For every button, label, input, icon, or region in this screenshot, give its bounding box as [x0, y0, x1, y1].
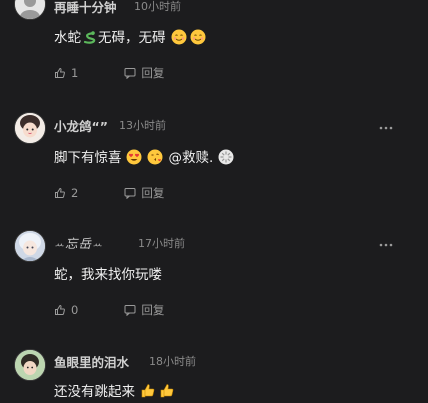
smile-emoji-icon [171, 29, 187, 45]
comment-text-part1: 还没有跳起来 [54, 384, 135, 400]
mention-link[interactable]: @救赎. [169, 150, 214, 166]
thumbs-up-icon [55, 67, 65, 78]
comment-text: 脚下有惊喜 @救赎. [54, 146, 234, 166]
like-count: 1 [71, 66, 79, 80]
smile-emoji-icon [190, 29, 206, 45]
username[interactable]: 再睡十分钟 [54, 0, 117, 16]
timestamp: 10小时前 [134, 0, 181, 13]
more-icon [379, 243, 393, 247]
like-count: 0 [71, 303, 79, 317]
thumbs-up-emoji-icon [159, 383, 175, 399]
like-count: 2 [71, 186, 79, 200]
comment-text-part2: 无碍，无碍 [98, 30, 166, 46]
username[interactable]: 小龙鸽“” [54, 116, 108, 135]
reply-label: 回复 [141, 303, 165, 317]
more-button[interactable] [378, 237, 394, 253]
avatar[interactable] [14, 230, 46, 262]
reply-button[interactable]: 回复 [124, 65, 164, 81]
timestamp: 17小时前 [138, 237, 185, 250]
avatar[interactable] [14, 349, 46, 381]
comment-actions: 1 回复 [54, 65, 164, 81]
username[interactable]: ꕀ忘岳ꕀ [54, 233, 103, 252]
kiss-emoji-icon [147, 149, 163, 165]
like-button[interactable]: 0 [54, 303, 78, 317]
like-button[interactable]: 1 [54, 66, 78, 80]
like-button[interactable]: 2 [54, 186, 78, 200]
sticker-emoji-icon [218, 149, 234, 165]
thumbs-up-emoji-icon [140, 383, 156, 399]
reply-icon [124, 188, 136, 199]
reply-icon [124, 68, 136, 79]
comment-actions: 2 回复 [54, 185, 164, 201]
timestamp: 18小时前 [149, 355, 196, 368]
snake-emoji-icon [82, 29, 98, 45]
reply-icon [124, 305, 136, 316]
comment-actions: 0 回复 [54, 302, 164, 318]
more-icon [379, 126, 393, 130]
more-button[interactable] [378, 120, 394, 136]
comment-text: 蛇，我来找你玩喽 [54, 267, 162, 283]
username[interactable]: 鱼眼里的泪水 [54, 352, 129, 371]
reply-label: 回复 [141, 66, 165, 80]
username-decoration-right: ꕀ [92, 238, 103, 251]
reply-button[interactable]: 回复 [124, 185, 164, 201]
username-text: 忘岳 [64, 236, 92, 251]
reply-label: 回复 [141, 186, 165, 200]
avatar[interactable] [14, 0, 46, 20]
comment-text: 还没有跳起来 [54, 380, 175, 400]
timestamp: 13小时前 [119, 119, 166, 132]
comment-text-part1: 水蛇 [54, 30, 81, 46]
reply-button[interactable]: 回复 [124, 302, 164, 318]
username-decoration-left: ꕀ [54, 238, 65, 251]
comment-text-part1: 脚下有惊喜 [54, 150, 122, 166]
comment-text: 水蛇 无碍，无碍 [54, 26, 206, 46]
thumbs-up-icon [55, 187, 65, 198]
heart-eyes-emoji-icon [126, 149, 142, 165]
thumbs-up-icon [55, 304, 65, 315]
avatar[interactable] [14, 112, 46, 144]
